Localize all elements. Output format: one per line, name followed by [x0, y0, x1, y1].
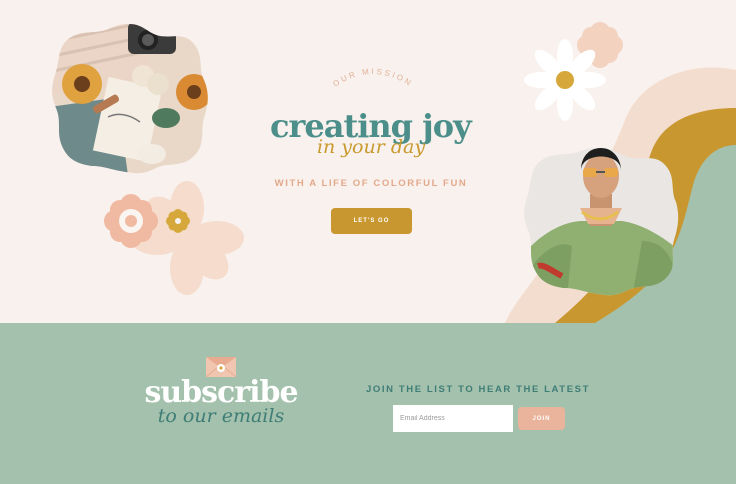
mission-label-arc: OUR MISSION — [331, 67, 414, 89]
page: OUR MISSION creating joy in your day WIT… — [0, 0, 736, 484]
join-button[interactable]: JOIN — [518, 407, 565, 430]
hero-tagline: WITH A LIFE OF COLORFUL FUN — [274, 178, 468, 189]
mission-label: OUR MISSION — [331, 67, 412, 89]
flatlay-photo — [52, 24, 208, 174]
daisy-icon — [524, 39, 606, 121]
hero-subtitle: in your day — [316, 136, 426, 158]
model-photo — [524, 148, 679, 296]
join-list-text: JOIN THE LIST TO HEAR THE LATEST — [366, 384, 590, 395]
envelope-icon — [206, 357, 236, 377]
subscribe-subtitle: to our emails — [157, 405, 285, 427]
hero-section: OUR MISSION creating joy in your day WIT… — [0, 0, 736, 323]
subscribe-section — [0, 323, 736, 484]
lets-go-button[interactable]: LET'S GO — [331, 208, 412, 234]
svg-text:OUR MISSION: OUR MISSION — [331, 67, 414, 89]
email-field[interactable] — [393, 405, 513, 432]
